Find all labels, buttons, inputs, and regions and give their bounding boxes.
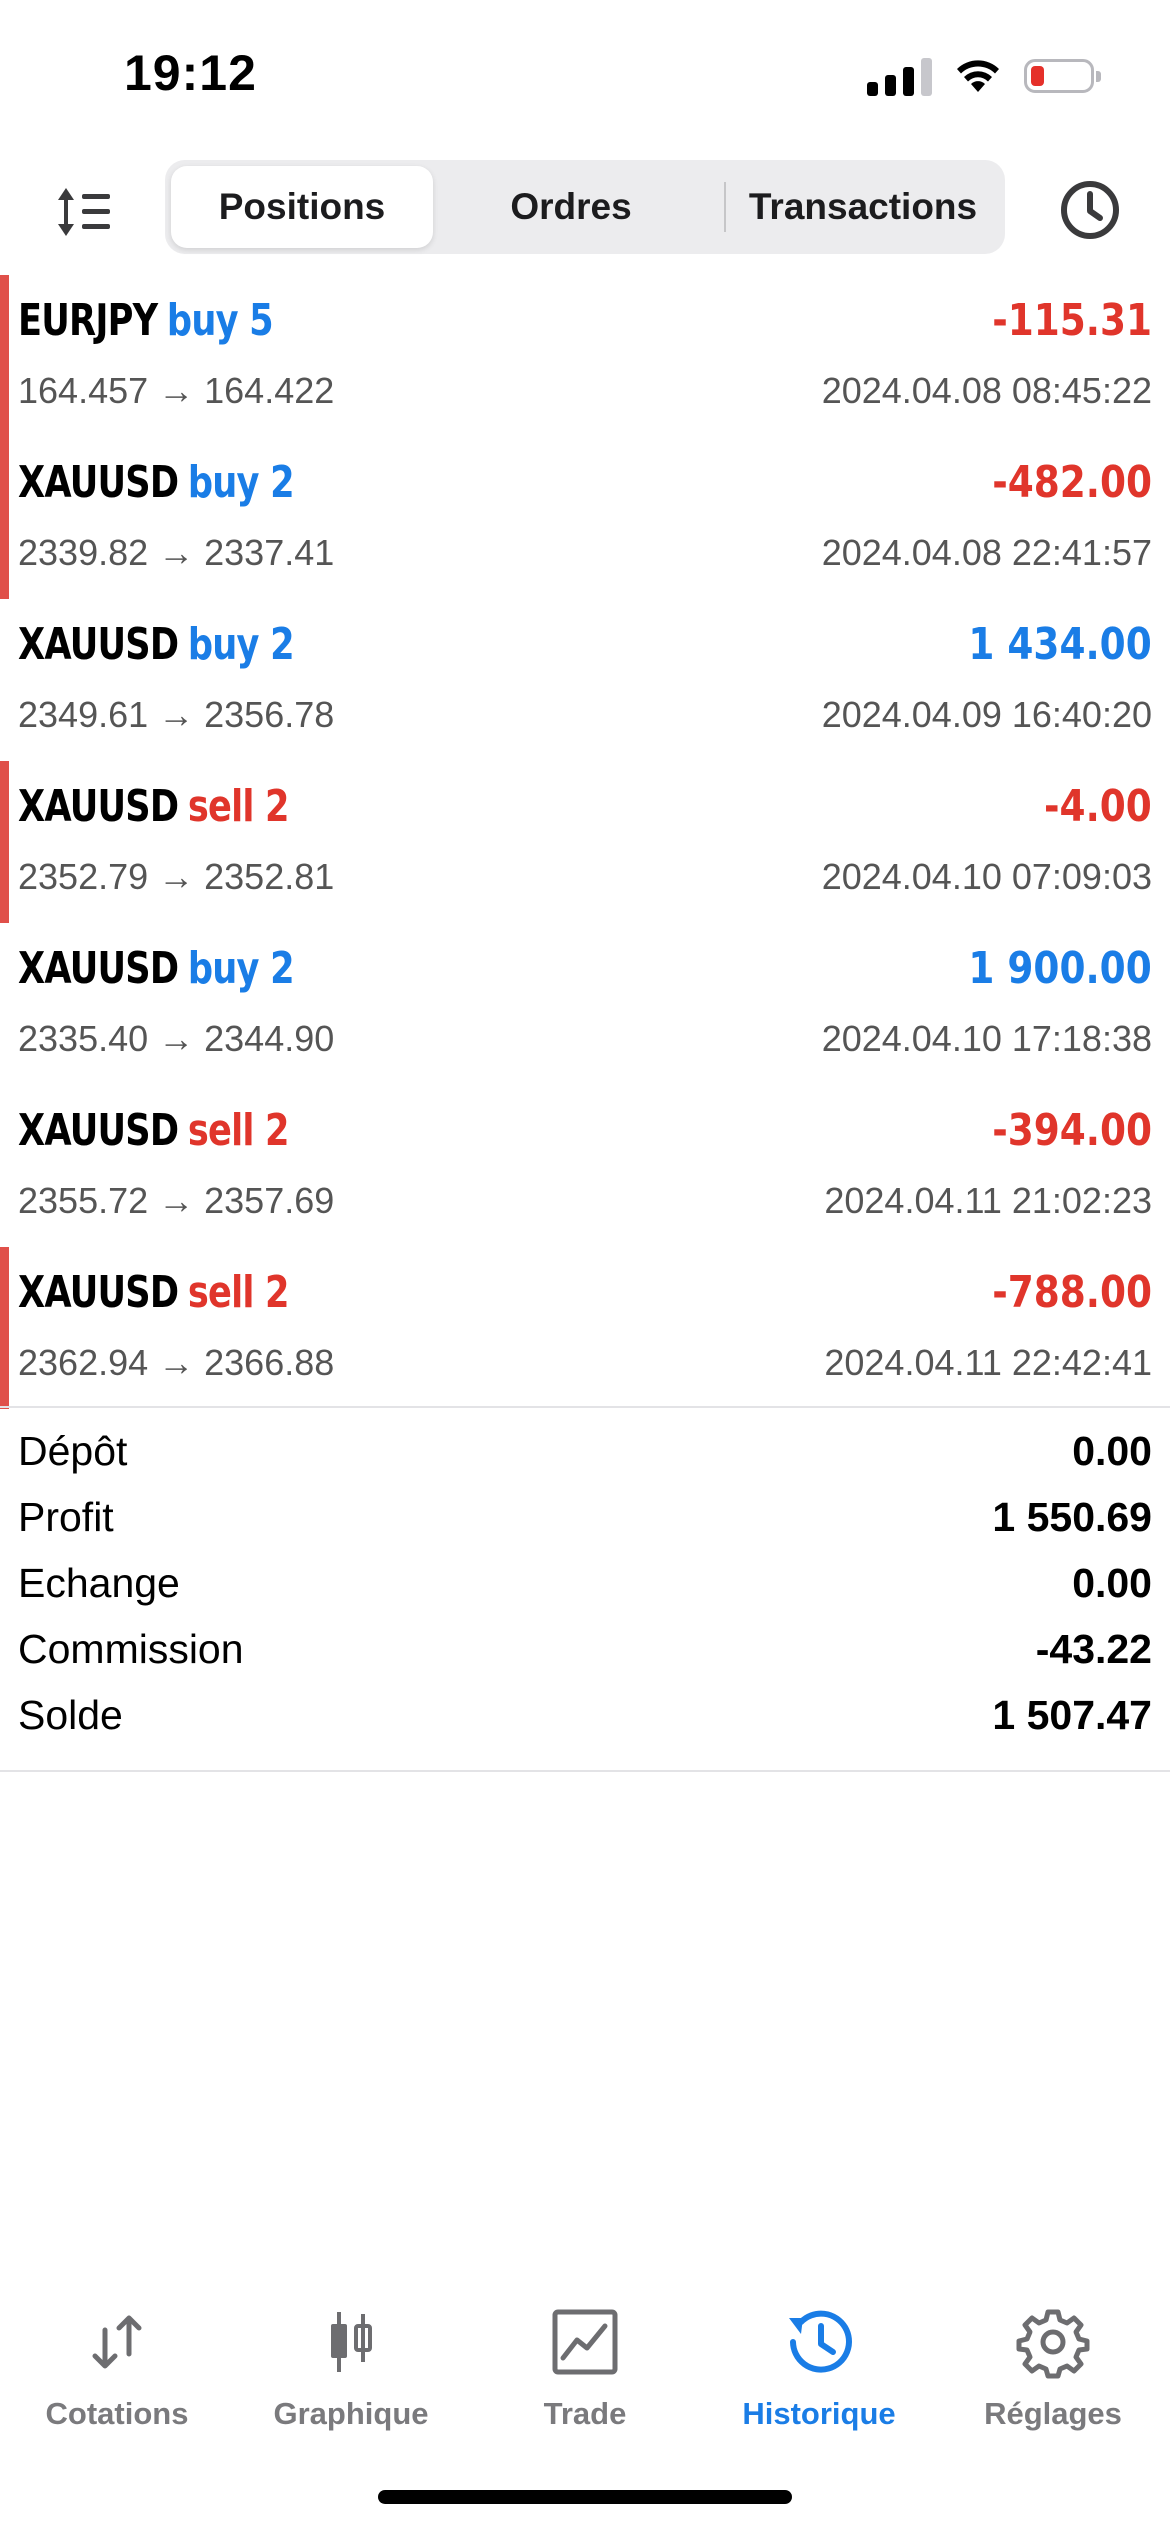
list-divider [0, 1406, 1170, 1408]
deal-row[interactable]: XAUUSD buy 2 1 434.00 2349.61 → 2356.78 2… [0, 599, 1170, 761]
arrows-up-down-icon [92, 2315, 142, 2369]
summary-row-commission: Commission -43.22 [0, 1626, 1170, 1692]
deal-action: buy 2 [187, 943, 295, 994]
summary-label: Echange [18, 1560, 180, 1606]
deal-prices: 2352.79 → 2352.81 [18, 856, 335, 897]
summary-row-depot: Dépôt 0.00 [0, 1428, 1170, 1494]
summary-label: Commission [18, 1626, 244, 1672]
deal-time: 2024.04.11 22:42:41 [824, 1342, 1152, 1383]
deal-time: 2024.04.08 22:41:57 [821, 532, 1152, 573]
summary-value: -43.22 [1035, 1626, 1152, 1672]
deal-profit: -115.31 [992, 295, 1152, 346]
summary-value: 0.00 [1072, 1428, 1152, 1474]
deal-time: 2024.04.09 16:40:20 [821, 694, 1152, 735]
deal-row[interactable]: EURJPY buy 5 -115.31 164.457 → 164.422 20… [0, 275, 1170, 437]
deal-profit: 1 434.00 [968, 619, 1152, 670]
battery-icon [1024, 59, 1101, 93]
summary-value: 0.00 [1072, 1560, 1152, 1606]
deal-symbol: XAUUSD [18, 1267, 179, 1318]
sort-icon[interactable] [54, 182, 114, 242]
deal-prices: 2335.40 → 2344.90 [18, 1018, 335, 1059]
segmented-control: Positions Ordres Transactions [165, 160, 1005, 254]
deal-symbol: XAUUSD [18, 943, 179, 994]
account-summary: Dépôt 0.00 Profit 1 550.69 Echange 0.00 … [0, 1428, 1170, 1758]
deal-prices: 2362.94 → 2366.88 [18, 1342, 335, 1383]
deal-symbol: XAUUSD [18, 1105, 179, 1156]
status-icons [867, 56, 1101, 96]
tab-historique[interactable]: Historique [702, 2290, 936, 2450]
deal-profit: -4.00 [1044, 781, 1152, 832]
deal-symbol: XAUUSD [18, 457, 179, 508]
tab-trade[interactable]: Trade [468, 2290, 702, 2450]
tab-label: Cotations [45, 2396, 189, 2431]
summary-divider [0, 1770, 1170, 1772]
deal-time: 2024.04.10 07:09:03 [821, 856, 1152, 897]
tab-label: Historique [742, 2396, 896, 2431]
candlestick-icon [331, 2312, 372, 2372]
deal-time: 2024.04.11 21:02:23 [824, 1180, 1152, 1221]
deal-prices: 2355.72 → 2357.69 [18, 1180, 335, 1221]
deal-action: buy 2 [187, 619, 295, 670]
deals-list: EURJPY buy 5 -115.31 164.457 → 164.422 20… [0, 275, 1170, 1409]
deal-profit: -788.00 [992, 1267, 1152, 1318]
deal-time: 2024.04.10 17:18:38 [821, 1018, 1152, 1059]
status-bar: 19:12 [0, 0, 1170, 150]
tab-transactions[interactable]: Transactions [727, 166, 999, 248]
summary-row-solde: Solde 1 507.47 [0, 1692, 1170, 1758]
tab-positions[interactable]: Positions [171, 166, 433, 248]
tab-label: Graphique [273, 2396, 429, 2431]
wifi-icon [957, 60, 999, 92]
deal-action: sell 2 [187, 781, 290, 832]
deal-action: buy 2 [187, 457, 295, 508]
bottom-tab-bar: Cotations Graphique Trade Historique Rég… [0, 2290, 1170, 2450]
trade-chart-icon [552, 2309, 618, 2375]
deal-prices: 2339.82 → 2337.41 [18, 532, 335, 573]
gear-icon [1016, 2309, 1090, 2379]
summary-value: 1 550.69 [992, 1494, 1152, 1540]
tab-graphique[interactable]: Graphique [234, 2290, 468, 2450]
summary-label: Profit [18, 1494, 114, 1540]
tab-label: Réglages [984, 2396, 1122, 2431]
tab-cotations[interactable]: Cotations [0, 2290, 234, 2450]
summary-row-profit: Profit 1 550.69 [0, 1494, 1170, 1560]
deal-profit: 1 900.00 [968, 943, 1152, 994]
history-header: Positions Ordres Transactions [0, 160, 1170, 260]
tab-reglages[interactable]: Réglages [936, 2290, 1170, 2450]
cellular-signal-icon [867, 56, 932, 96]
tab-ordres[interactable]: Ordres [443, 166, 699, 248]
deal-action: buy 5 [166, 295, 274, 346]
deal-symbol: EURJPY [18, 295, 158, 346]
deal-row[interactable]: XAUUSD sell 2 -394.00 2355.72 → 2357.69 2… [0, 1085, 1170, 1247]
deal-prices: 164.457 → 164.422 [18, 370, 335, 411]
deal-prices: 2349.61 → 2356.78 [18, 694, 335, 735]
deal-symbol: XAUUSD [18, 781, 179, 832]
deal-action: sell 2 [187, 1105, 290, 1156]
deal-time: 2024.04.08 08:45:22 [821, 370, 1152, 411]
home-indicator[interactable] [378, 2490, 792, 2504]
history-clock-icon [789, 2310, 852, 2373]
tab-label: Trade [543, 2396, 627, 2431]
period-clock-icon[interactable] [1058, 178, 1122, 242]
deal-profit: -394.00 [992, 1105, 1152, 1156]
summary-row-echange: Echange 0.00 [0, 1560, 1170, 1626]
deal-row[interactable]: XAUUSD sell 2 -4.00 2352.79 → 2352.81 202… [0, 761, 1170, 923]
segment-divider [724, 182, 726, 232]
deal-action: sell 2 [187, 1267, 290, 1318]
deal-row[interactable]: XAUUSD sell 2 -788.00 2362.94 → 2366.88 2… [0, 1247, 1170, 1409]
summary-value: 1 507.47 [992, 1692, 1152, 1738]
deal-profit: -482.00 [992, 457, 1152, 508]
deal-symbol: XAUUSD [18, 619, 179, 670]
summary-label: Solde [18, 1692, 123, 1738]
deal-row[interactable]: XAUUSD buy 2 1 900.00 2335.40 → 2344.90 2… [0, 923, 1170, 1085]
status-time: 19:12 [124, 45, 257, 101]
summary-label: Dépôt [18, 1428, 128, 1474]
deal-row[interactable]: XAUUSD buy 2 -482.00 2339.82 → 2337.41 20… [0, 437, 1170, 599]
